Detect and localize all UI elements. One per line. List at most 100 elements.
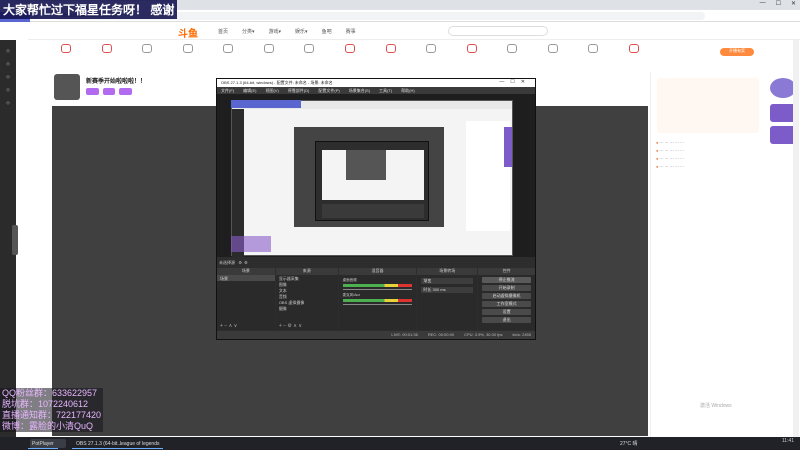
- menu-item[interactable]: 文件(F): [221, 88, 234, 93]
- sidebar-item[interactable]: ◎: [0, 100, 16, 105]
- transition-select[interactable]: 渐变: [421, 278, 474, 284]
- category-icon: [263, 44, 274, 53]
- category-icon: [223, 44, 234, 53]
- exit-button[interactable]: 退出: [482, 317, 531, 323]
- category-item[interactable]: [334, 44, 366, 68]
- minimize-icon[interactable]: —: [760, 0, 766, 10]
- chat-message: ● ··· ··· ··· ··· ···: [656, 164, 684, 169]
- preview-overlay-banner: [231, 100, 301, 108]
- volume-slider[interactable]: [342, 289, 413, 290]
- category-icon: [182, 44, 193, 53]
- studio-mode-button[interactable]: 工作室模式: [482, 301, 531, 307]
- sidebar-item[interactable]: ◎: [0, 87, 16, 92]
- dock-title: 控件: [478, 268, 535, 275]
- category-item[interactable]: [537, 44, 569, 68]
- obs-titlebar: OBS 27.1.3 (64-bit, windows) - 配置文件: 未命名…: [217, 79, 535, 87]
- properties-icon[interactable]: ⚙: [236, 260, 242, 265]
- stop-streaming-button[interactable]: 停止推流: [482, 277, 531, 283]
- chat-promo-card[interactable]: [657, 78, 759, 133]
- obs-window: OBS 27.1.3 (64-bit, windows) - 配置文件: 未命名…: [216, 78, 536, 340]
- info-line: QQ粉丝群：633622957: [0, 388, 104, 399]
- category-item[interactable]: [50, 44, 82, 68]
- transition-duration[interactable]: 时长 300 ms: [421, 287, 474, 293]
- dock-footer[interactable]: + − ⚙ ∧ ∨: [276, 323, 338, 330]
- sidebar-item[interactable]: ◎: [0, 61, 16, 66]
- duration-label: 时长: [423, 287, 432, 292]
- category-item[interactable]: [293, 44, 325, 68]
- obs-preview[interactable]: [217, 94, 535, 260]
- category-item[interactable]: [212, 44, 244, 68]
- category-item[interactable]: [131, 44, 163, 68]
- nav-item[interactable]: 赛事: [346, 28, 356, 35]
- dock-title: 场景: [217, 268, 275, 275]
- nav-item[interactable]: 分类▾: [242, 28, 255, 35]
- transitions-dock: 场景转场 渐变 时长 300 ms: [417, 268, 478, 330]
- category-icon: [426, 44, 437, 53]
- settings-button[interactable]: 设置: [482, 309, 531, 315]
- room-tag[interactable]: [86, 88, 99, 95]
- taskbar-clock[interactable]: 11:41: [782, 439, 794, 444]
- duration-value: 300 ms: [432, 287, 446, 292]
- menu-item[interactable]: 编辑(E): [243, 88, 256, 93]
- obs-docks: 场景 场景 + − ∧ ∨ 来源 显示器采集 图像 文本 音频 OBS 虚拟摄像…: [217, 268, 535, 330]
- site-search-input[interactable]: [448, 26, 548, 36]
- room-tag[interactable]: [119, 88, 133, 95]
- dock-footer[interactable]: + − ∧ ∨: [217, 323, 275, 330]
- taskbar-weather[interactable]: 27°C 晴: [620, 440, 638, 447]
- sidebar-item[interactable]: ◎: [0, 74, 16, 79]
- menu-item[interactable]: 帮助(H): [401, 88, 415, 93]
- category-item[interactable]: [415, 44, 447, 68]
- nav-item[interactable]: 游戏▾: [269, 28, 282, 35]
- category-item[interactable]: [91, 44, 123, 68]
- menu-item[interactable]: 场景集合(S): [349, 88, 370, 93]
- avatar[interactable]: [54, 74, 80, 100]
- sidebar-item[interactable]: ◎: [0, 48, 16, 53]
- page-scrollbar[interactable]: [793, 40, 799, 440]
- room-tag[interactable]: [102, 88, 116, 95]
- chat-panel: ● ··· ··· ··· ··· ··· ● ··· ··· ··· ··· …: [650, 72, 765, 437]
- sources-dock: 来源 显示器采集 图像 文本 音频 OBS 虚拟摄像 摄像 + − ⚙ ∧ ∨: [275, 268, 338, 330]
- start-recording-button[interactable]: 开始录制: [482, 285, 531, 291]
- obs-status-bar: LIVE: 00:01:36 REC: 00:00:00 CPU: 3.9%, …: [217, 331, 535, 339]
- taskbar-app[interactable]: PotPlayer: [28, 438, 58, 449]
- close-icon[interactable]: ✕: [791, 0, 796, 10]
- nav-item[interactable]: 鱼吧: [322, 28, 332, 35]
- category-item[interactable]: [375, 44, 407, 68]
- menu-item[interactable]: 停靠部件(D): [288, 88, 310, 93]
- status-cpu: CPU: 3.9%, 30.00 fps: [464, 332, 503, 337]
- obs-menubar: 文件(F) 编辑(E) 视图(V) 停靠部件(D) 配置文件(P) 场景集合(S…: [217, 87, 535, 94]
- scenes-dock: 场景 场景 + − ∧ ∨: [217, 268, 275, 330]
- promo-button[interactable]: 开播有奖: [720, 48, 754, 56]
- nav-item[interactable]: 首页: [218, 28, 228, 35]
- category-item[interactable]: [618, 44, 650, 68]
- filters-icon[interactable]: ⚙: [243, 260, 248, 265]
- category-item[interactable]: [172, 44, 204, 68]
- info-line: 微博：露脸的小清QuQ: [0, 421, 104, 432]
- category-item[interactable]: [496, 44, 528, 68]
- obs-title: OBS 27.1.3 (64-bit, windows) - 配置文件: 未命名…: [221, 80, 333, 85]
- sidebar-collapse-handle[interactable]: [12, 225, 18, 255]
- chat-message: ● ··· ··· ··· ··· ···: [656, 156, 684, 161]
- menu-item[interactable]: 工具(T): [379, 88, 392, 93]
- mixer-track: 桌面音频: [342, 278, 413, 290]
- mixer-dock: 混音器 桌面音频 麦克风/Aux: [338, 268, 417, 330]
- category-item[interactable]: [456, 44, 488, 68]
- category-item[interactable]: [577, 44, 609, 68]
- obs-window-controls[interactable]: —☐✕: [499, 79, 531, 85]
- chat-message: ● ··· ··· ··· ··· ···: [656, 140, 684, 145]
- taskbar-app[interactable]: league of legends: [116, 438, 164, 449]
- virtual-camera-button[interactable]: 启动虚拟摄像机: [482, 293, 531, 299]
- site-logo[interactable]: 斗鱼: [178, 25, 198, 40]
- menu-item[interactable]: 视图(V): [265, 88, 278, 93]
- menu-item[interactable]: 配置文件(P): [318, 88, 339, 93]
- scene-item[interactable]: 场景: [217, 275, 275, 281]
- dock-title: 场景转场: [417, 268, 478, 275]
- taskbar: PotPlayer OBS 27.1.3 (64-bit... league o…: [0, 437, 800, 450]
- category-icon: [547, 44, 558, 53]
- category-item[interactable]: [253, 44, 285, 68]
- nav-item[interactable]: 娱乐▾: [295, 28, 308, 35]
- volume-slider[interactable]: [342, 304, 413, 305]
- category-icon: [628, 44, 639, 53]
- source-item[interactable]: 摄像: [276, 305, 338, 311]
- maximize-icon[interactable]: ☐: [776, 0, 781, 10]
